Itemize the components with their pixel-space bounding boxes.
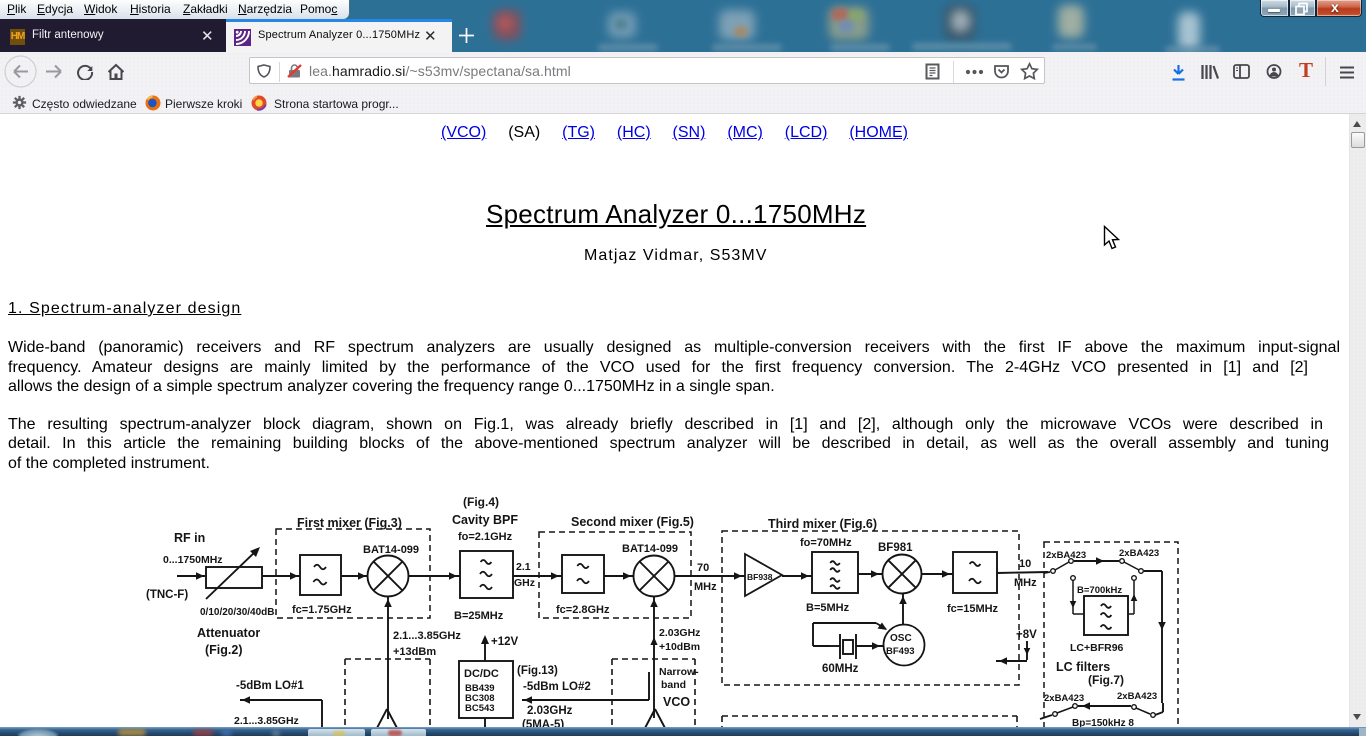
svg-text:B=700kHz: B=700kHz <box>1077 585 1122 596</box>
svg-text:2xBA423: 2xBA423 <box>1117 691 1157 702</box>
svg-text:60MHz: 60MHz <box>822 663 859 675</box>
svg-text:Third mixer (Fig.6): Third mixer (Fig.6) <box>768 517 877 531</box>
svg-text:Second mixer (Fig.5): Second mixer (Fig.5) <box>571 515 694 529</box>
svg-text:10: 10 <box>1019 558 1031 570</box>
svg-text:+10dBm: +10dBm <box>659 641 700 653</box>
svg-text:(Fig.13): (Fig.13) <box>517 665 558 677</box>
svg-text:70: 70 <box>697 562 709 574</box>
svg-text:2.03GHz: 2.03GHz <box>527 705 573 717</box>
svg-text:B=25MHz: B=25MHz <box>454 610 504 622</box>
svg-text:First mixer (Fig.3): First mixer (Fig.3) <box>297 516 402 530</box>
svg-text:-5dBm LO#1: -5dBm LO#1 <box>236 680 304 692</box>
svg-text:fo=2.1GHz: fo=2.1GHz <box>458 531 513 543</box>
svg-text:RF in: RF in <box>174 531 205 545</box>
svg-text:-5dBm LO#2: -5dBm LO#2 <box>523 681 591 693</box>
svg-text:+12V: +12V <box>491 636 519 648</box>
svg-text:BF493: BF493 <box>886 646 915 657</box>
svg-text:fc=2.8GHz: fc=2.8GHz <box>556 604 610 616</box>
svg-text:2.1: 2.1 <box>516 561 531 573</box>
svg-text:MHz: MHz <box>694 581 717 593</box>
svg-text:Cavity BPF: Cavity BPF <box>452 513 518 527</box>
svg-text:2.03GHz: 2.03GHz <box>659 627 700 639</box>
svg-text:(TNC-F): (TNC-F) <box>146 589 188 601</box>
svg-text:0...1750MHz: 0...1750MHz <box>163 554 223 566</box>
svg-text:0/10/20/30/40dB: 0/10/20/30/40dB <box>200 607 275 618</box>
svg-text:GHz: GHz <box>514 577 535 589</box>
svg-text:band: band <box>661 679 686 691</box>
svg-text:LC+BFR96: LC+BFR96 <box>1070 642 1124 654</box>
svg-text:+13dBm: +13dBm <box>393 646 436 658</box>
svg-text:2.1...3.85GHz: 2.1...3.85GHz <box>393 630 461 642</box>
svg-text:(Fig.4): (Fig.4) <box>463 495 499 509</box>
svg-text:+8V: +8V <box>1016 629 1037 641</box>
svg-text:BC543: BC543 <box>465 703 495 714</box>
svg-text:LC filters: LC filters <box>1056 660 1110 674</box>
svg-text:Narrow-: Narrow- <box>659 666 699 678</box>
svg-text:BF981: BF981 <box>878 542 913 554</box>
svg-text:fc=1.75GHz: fc=1.75GHz <box>292 604 352 616</box>
svg-text:BF938: BF938 <box>747 572 773 582</box>
svg-text:2xBA423: 2xBA423 <box>1044 693 1084 704</box>
svg-text:BAT14-099: BAT14-099 <box>363 544 419 556</box>
svg-text:(Fig.2): (Fig.2) <box>205 643 243 657</box>
svg-text:VCO: VCO <box>663 695 690 709</box>
svg-text:MHz: MHz <box>1014 577 1037 589</box>
svg-text:B=5MHz: B=5MHz <box>806 602 850 614</box>
svg-text:fo=70MHz: fo=70MHz <box>800 537 852 549</box>
svg-text:BAT14-099: BAT14-099 <box>622 543 678 555</box>
svg-text:2xBA423: 2xBA423 <box>1119 548 1159 559</box>
svg-text:2.1...3.85GHz: 2.1...3.85GHz <box>234 715 299 727</box>
svg-text:fc=15MHz: fc=15MHz <box>947 603 999 615</box>
svg-text:(Fig.7): (Fig.7) <box>1088 673 1124 687</box>
svg-text:DC/DC: DC/DC <box>464 668 499 680</box>
svg-text:Attenuator: Attenuator <box>197 626 260 640</box>
svg-text:2xBA423: 2xBA423 <box>1046 550 1086 561</box>
svg-text:OSC: OSC <box>890 633 912 644</box>
